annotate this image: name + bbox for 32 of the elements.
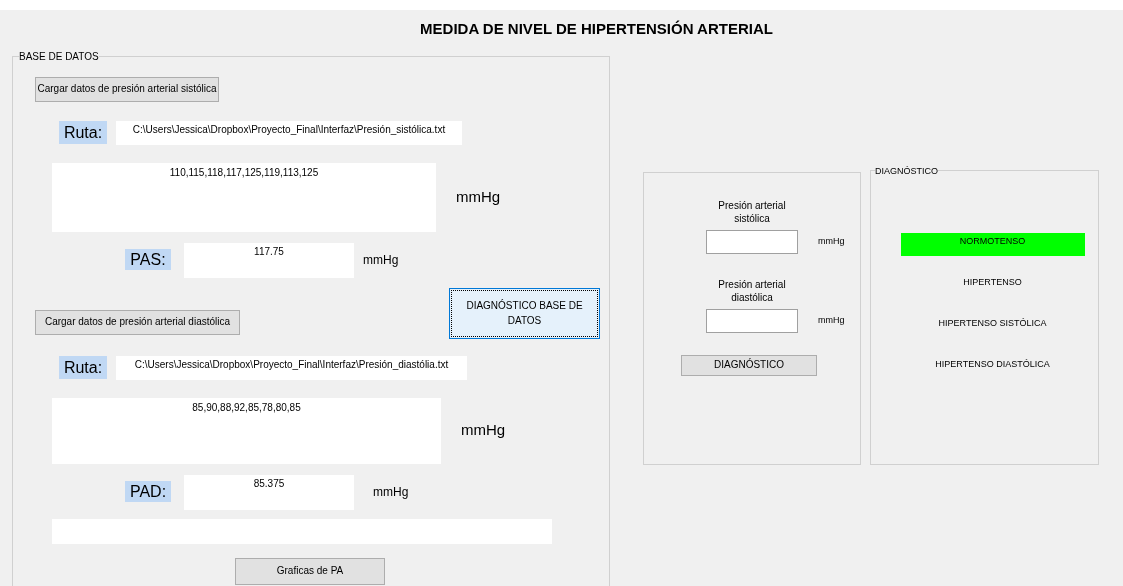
field-label: Presión arterial sistólica bbox=[717, 198, 787, 225]
unit-label: mmHg bbox=[818, 234, 846, 248]
data-field: 110,115,118,117,125,119,113,125 bbox=[52, 162, 436, 232]
path-label: Ruta: bbox=[59, 355, 107, 379]
panel-legend: DIAGNÓSTICO bbox=[875, 164, 938, 177]
pressure-input[interactable] bbox=[706, 308, 798, 333]
mean-field: 117.75 bbox=[184, 242, 354, 278]
load-diastolic-button[interactable]: Cargar datos de presión arterial diastólica bbox=[35, 309, 240, 335]
unit-label: mmHg bbox=[456, 186, 501, 207]
database-diagnosis-button[interactable]: DIAGNÓSTICO BASE DE DATOS bbox=[449, 287, 600, 339]
path-label: Ruta: bbox=[59, 120, 107, 144]
path-field: C:\Users\Jessica\Dropbox\Proyecto_Final\Interfaz\Presión_diastólia.txt bbox=[116, 355, 467, 380]
diagnosis-result: NORMOTENSO bbox=[900, 232, 1085, 256]
data-field: 85,90,88,92,85,78,80,85 bbox=[52, 397, 441, 464]
mean-label: PAD: bbox=[125, 480, 171, 502]
mean-field: 85.375 bbox=[184, 474, 354, 510]
mean-label: PAS: bbox=[125, 248, 171, 270]
diagnosis-result: HIPERTENSO bbox=[962, 275, 1023, 289]
diagnosis-button[interactable]: DIAGNÓSTICO bbox=[681, 354, 817, 376]
unit-label: mmHg bbox=[818, 313, 846, 327]
window-title: MEDIDA DE NIVEL DE HIPERTENSIÓN ARTERIAL bbox=[419, 19, 774, 39]
path-field: C:\Users\Jessica\Dropbox\Proyecto_Final\Interfaz\Presión_sistólica.txt bbox=[116, 120, 462, 145]
diagnosis-result: HIPERTENSO SISTÓLICA bbox=[937, 316, 1048, 330]
diagnosis-result: HIPERTENSO DIASTÓLICA bbox=[934, 357, 1051, 371]
unit-label: mmHg bbox=[363, 251, 399, 269]
pressure-input[interactable] bbox=[706, 229, 798, 254]
field-label: Presión arterial diastólica bbox=[717, 277, 787, 304]
unit-label: mmHg bbox=[461, 420, 506, 441]
load-systolic-button[interactable]: Cargar datos de presión arterial sistólica bbox=[35, 76, 219, 102]
unit-label: mmHg bbox=[373, 483, 409, 501]
panel-legend: BASE DE DATOS bbox=[19, 50, 99, 63]
plot-button[interactable]: Graficas de PA bbox=[235, 557, 385, 585]
